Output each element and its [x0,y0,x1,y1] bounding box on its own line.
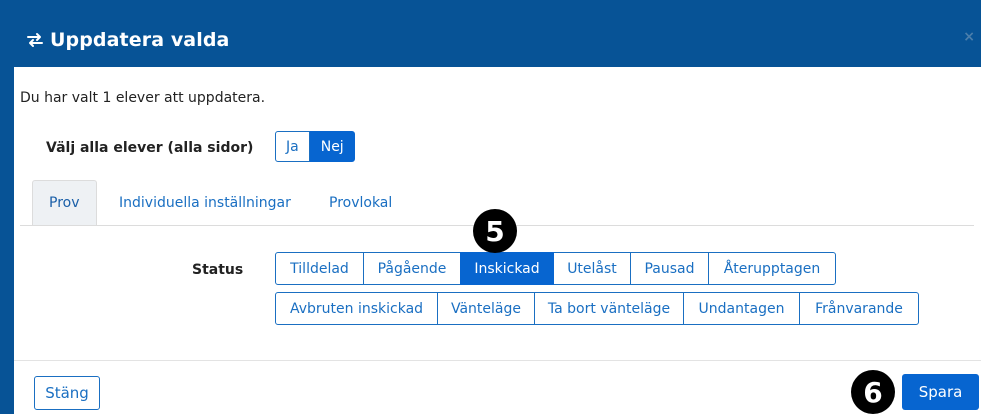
status-in-progress-button[interactable]: Pågående [363,252,461,285]
status-assigned-button[interactable]: Tilldelad [275,252,364,285]
status-row-1: Tilldelad Pågående Inskickad Utelåst Pau… [275,252,836,285]
status-locked-button[interactable]: Utelåst [553,252,631,285]
status-aborted-submitted-button[interactable]: Avbruten inskickad [275,292,438,325]
status-submitted-button[interactable]: Inskickad [460,252,554,285]
update-selected-dialog: Uppdatera valda × Du har valt 1 elever a… [0,0,981,414]
select-all-label: Välj alla elever (alla sidor) [46,140,254,156]
status-exempted-button[interactable]: Undantagen [683,292,800,325]
status-absent-button[interactable]: Frånvarande [799,292,919,325]
tab-exam-room[interactable]: Provlokal [329,180,392,225]
footer-divider [14,360,981,361]
swap-arrows-icon [26,31,44,49]
status-label: Status [192,262,244,278]
intro-text: Du har valt 1 elever att uppdatera. [20,90,266,106]
dialog-header: Uppdatera valda × [14,0,981,67]
status-resumed-button[interactable]: Återupptagen [708,252,836,285]
step-6-badge: 6 [851,370,895,414]
status-row-2: Avbruten inskickad Vänteläge Ta bort vän… [275,292,919,325]
dialog-title-wrap: Uppdatera valda [26,29,229,51]
select-all-toggle: Ja Nej [275,131,355,162]
dialog-title: Uppdatera valda [50,29,230,51]
tab-prov[interactable]: Prov [32,180,97,225]
tab-individual-settings[interactable]: Individuella inställningar [119,180,291,225]
status-paused-button[interactable]: Pausad [630,252,709,285]
close-icon[interactable]: × [963,29,975,45]
status-remove-waiting-button[interactable]: Ta bort vänteläge [534,292,684,325]
select-all-no-button[interactable]: Nej [309,131,355,162]
close-button[interactable]: Stäng [34,376,100,410]
save-button[interactable]: Spara [902,374,979,410]
step-5-badge: 5 [473,209,517,253]
select-all-yes-button[interactable]: Ja [275,131,310,162]
status-waiting-button[interactable]: Vänteläge [437,292,535,325]
